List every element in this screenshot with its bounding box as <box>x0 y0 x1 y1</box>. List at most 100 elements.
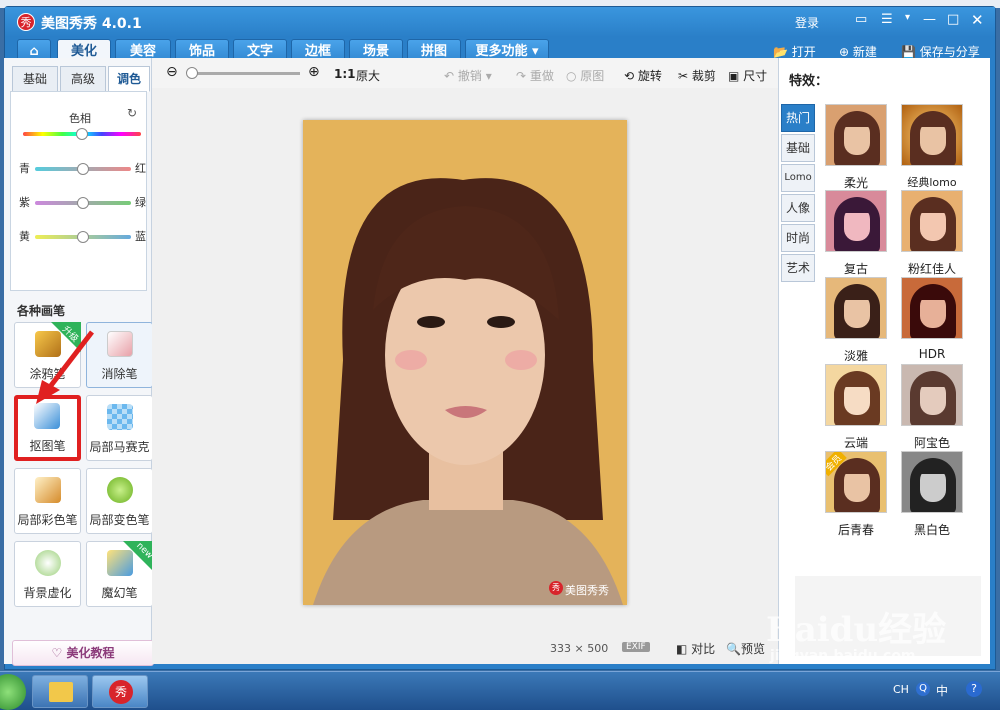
dimension-separator: × <box>574 642 584 655</box>
dropdown-icon[interactable]: ▾ <box>905 12 910 23</box>
purple-label: 紫 <box>19 196 30 209</box>
meitu-taskbar-button[interactable]: 秀 <box>92 675 148 708</box>
ime-mode[interactable]: 中 <box>936 682 948 699</box>
undo-button[interactable]: ↶ 撤销 ▾ <box>444 67 492 84</box>
tutorial-label: 美化教程 <box>66 646 115 660</box>
rotate-button[interactable]: ⟲ 旋转 <box>624 67 662 84</box>
zoom-in-icon[interactable]: ⊕ <box>308 64 320 80</box>
zoom-slider[interactable] <box>186 67 300 79</box>
effect-thumb[interactable] <box>901 451 963 513</box>
exif-button[interactable]: EXIF <box>622 642 650 652</box>
fx-cat-art[interactable]: 艺术 <box>781 254 815 282</box>
hue-slider[interactable] <box>23 128 141 140</box>
ime-icon[interactable]: Q <box>916 682 930 696</box>
login-link[interactable]: 登录 <box>795 14 819 31</box>
save-label: 保存与分享 <box>919 45 980 59</box>
bg-blur-button[interactable]: 背景虚化 <box>14 541 81 607</box>
yellow-blue-knob[interactable] <box>77 231 89 243</box>
message-icon[interactable]: ▭ <box>855 12 867 27</box>
crop-button[interactable]: ✂ 裁剪 <box>678 67 716 84</box>
close-icon[interactable]: ✕ <box>971 11 984 29</box>
heart-icon: ♡ <box>51 646 67 660</box>
color-brush-button[interactable]: 局部彩色笔 <box>14 468 81 534</box>
redo-label: 重做 <box>529 69 554 83</box>
preview-button[interactable]: 🔍预览 <box>726 640 765 657</box>
actual-size-label[interactable]: 原大 <box>356 67 380 84</box>
app-logo-icon: 秀 <box>17 13 35 31</box>
purple-green-knob[interactable] <box>77 197 89 209</box>
recolor-brush-label: 局部变色笔 <box>89 513 150 527</box>
effects-panel: 特效： 热门 基础 Lomo 人像 时尚 艺术 柔光 经典lomo 复古 粉红佳… <box>778 58 990 664</box>
hue-slider-knob[interactable] <box>76 128 88 140</box>
recolor-brush-button[interactable]: 局部变色笔 <box>86 468 153 534</box>
fx-cat-portrait[interactable]: 人像 <box>781 194 815 222</box>
app-title: 美图秀秀 4.0.1 <box>41 16 142 32</box>
magic-brush-button[interactable]: new 魔幻笔 <box>86 541 155 607</box>
portrait-image <box>303 120 627 605</box>
yellow-blue-slider[interactable] <box>35 231 131 243</box>
effect-label: 淡雅 <box>843 349 868 363</box>
bg-blur-icon <box>35 550 61 576</box>
zoom-slider-knob[interactable] <box>186 67 198 79</box>
blue-label: 蓝 <box>135 230 146 243</box>
effect-thumb[interactable] <box>901 364 963 426</box>
compare-button[interactable]: ◧ 对比 <box>676 640 715 657</box>
subtab-color[interactable]: 调色 <box>108 66 150 92</box>
explorer-taskbar-button[interactable] <box>32 675 88 708</box>
canvas-area: ⊖ ⊕ 1:1 原大 ↶ 撤销 ▾ ↷ 重做 ○ 原图 ⟲ 旋转 ✂ 裁剪 ▣ … <box>152 58 778 664</box>
image-height: 500 <box>587 642 609 655</box>
resize-button[interactable]: ▣ 尺寸 <box>728 67 767 84</box>
cyan-red-knob[interactable] <box>77 163 89 175</box>
zoom-ratio[interactable]: 1:1 <box>334 67 356 81</box>
color-brush-label: 局部彩色笔 <box>17 513 78 527</box>
fx-cat-fashion[interactable]: 时尚 <box>781 224 815 252</box>
purple-green-slider[interactable] <box>35 197 131 209</box>
fx-cat-basic[interactable]: 基础 <box>781 134 815 162</box>
zoom-out-icon[interactable]: ⊖ <box>166 64 178 80</box>
effect-thumb[interactable] <box>825 277 887 339</box>
effect-thumb[interactable]: 会员 <box>825 451 887 513</box>
meitu-icon: 秀 <box>109 680 133 704</box>
title-bar: 秀 美图秀秀 4.0.1 登录 ▭ ☰ ▾ — □ ✕ <box>5 7 995 37</box>
fx-cat-hot[interactable]: 热门 <box>781 104 815 132</box>
red-arrow-shaft <box>44 330 94 394</box>
effect-thumb[interactable] <box>825 190 887 252</box>
effect-label: 粉红佳人 <box>907 262 956 276</box>
menu-icon[interactable]: ☰ <box>881 12 893 27</box>
edited-photo[interactable]: 秀 美图秀秀 <box>303 120 627 605</box>
cyan-red-slider[interactable] <box>35 163 131 175</box>
redo-button[interactable]: ↷ 重做 <box>516 67 554 84</box>
red-arrow-head <box>36 380 60 404</box>
help-icon[interactable]: ? <box>966 681 982 697</box>
subtab-advanced[interactable]: 高级 <box>60 66 106 92</box>
tutorial-button[interactable]: ♡ 美化教程 <box>12 640 154 666</box>
fx-cat-lomo[interactable]: Lomo <box>781 164 815 192</box>
resize-label: 尺寸 <box>743 69 768 83</box>
effect-thumb[interactable] <box>825 364 887 426</box>
subtab-basic[interactable]: 基础 <box>12 66 58 92</box>
effect-thumb[interactable] <box>901 190 963 252</box>
compare-label: 对比 <box>691 642 716 656</box>
effect-thumb[interactable] <box>901 104 963 166</box>
image-width: 333 <box>550 642 571 655</box>
mosaic-brush-label: 局部马赛克 <box>89 440 150 454</box>
cutout-brush-label: 抠图笔 <box>29 439 66 453</box>
open-label: 打开 <box>791 45 816 59</box>
rotate-label: 旋转 <box>637 69 662 83</box>
original-button[interactable]: ○ 原图 <box>566 67 604 84</box>
image-dimensions: 333 × 500 <box>550 642 608 655</box>
bg-blur-label: 背景虚化 <box>23 586 72 600</box>
recolor-bucket-icon <box>107 477 133 503</box>
effects-title: 特效： <box>789 74 829 89</box>
photo-watermark: 美图秀秀 <box>565 584 609 597</box>
lang-indicator[interactable]: CH <box>893 683 909 696</box>
maximize-icon[interactable]: □ <box>947 12 959 27</box>
effect-thumb[interactable] <box>901 277 963 339</box>
red-arrow-annotation <box>36 330 94 404</box>
reset-icon[interactable]: ↻ <box>127 106 137 120</box>
minimize-icon[interactable]: — <box>923 12 936 27</box>
effect-label: 复古 <box>843 262 868 276</box>
effect-thumb[interactable] <box>825 104 887 166</box>
home-icon: ⌂ <box>29 44 39 59</box>
start-button[interactable] <box>0 674 26 710</box>
